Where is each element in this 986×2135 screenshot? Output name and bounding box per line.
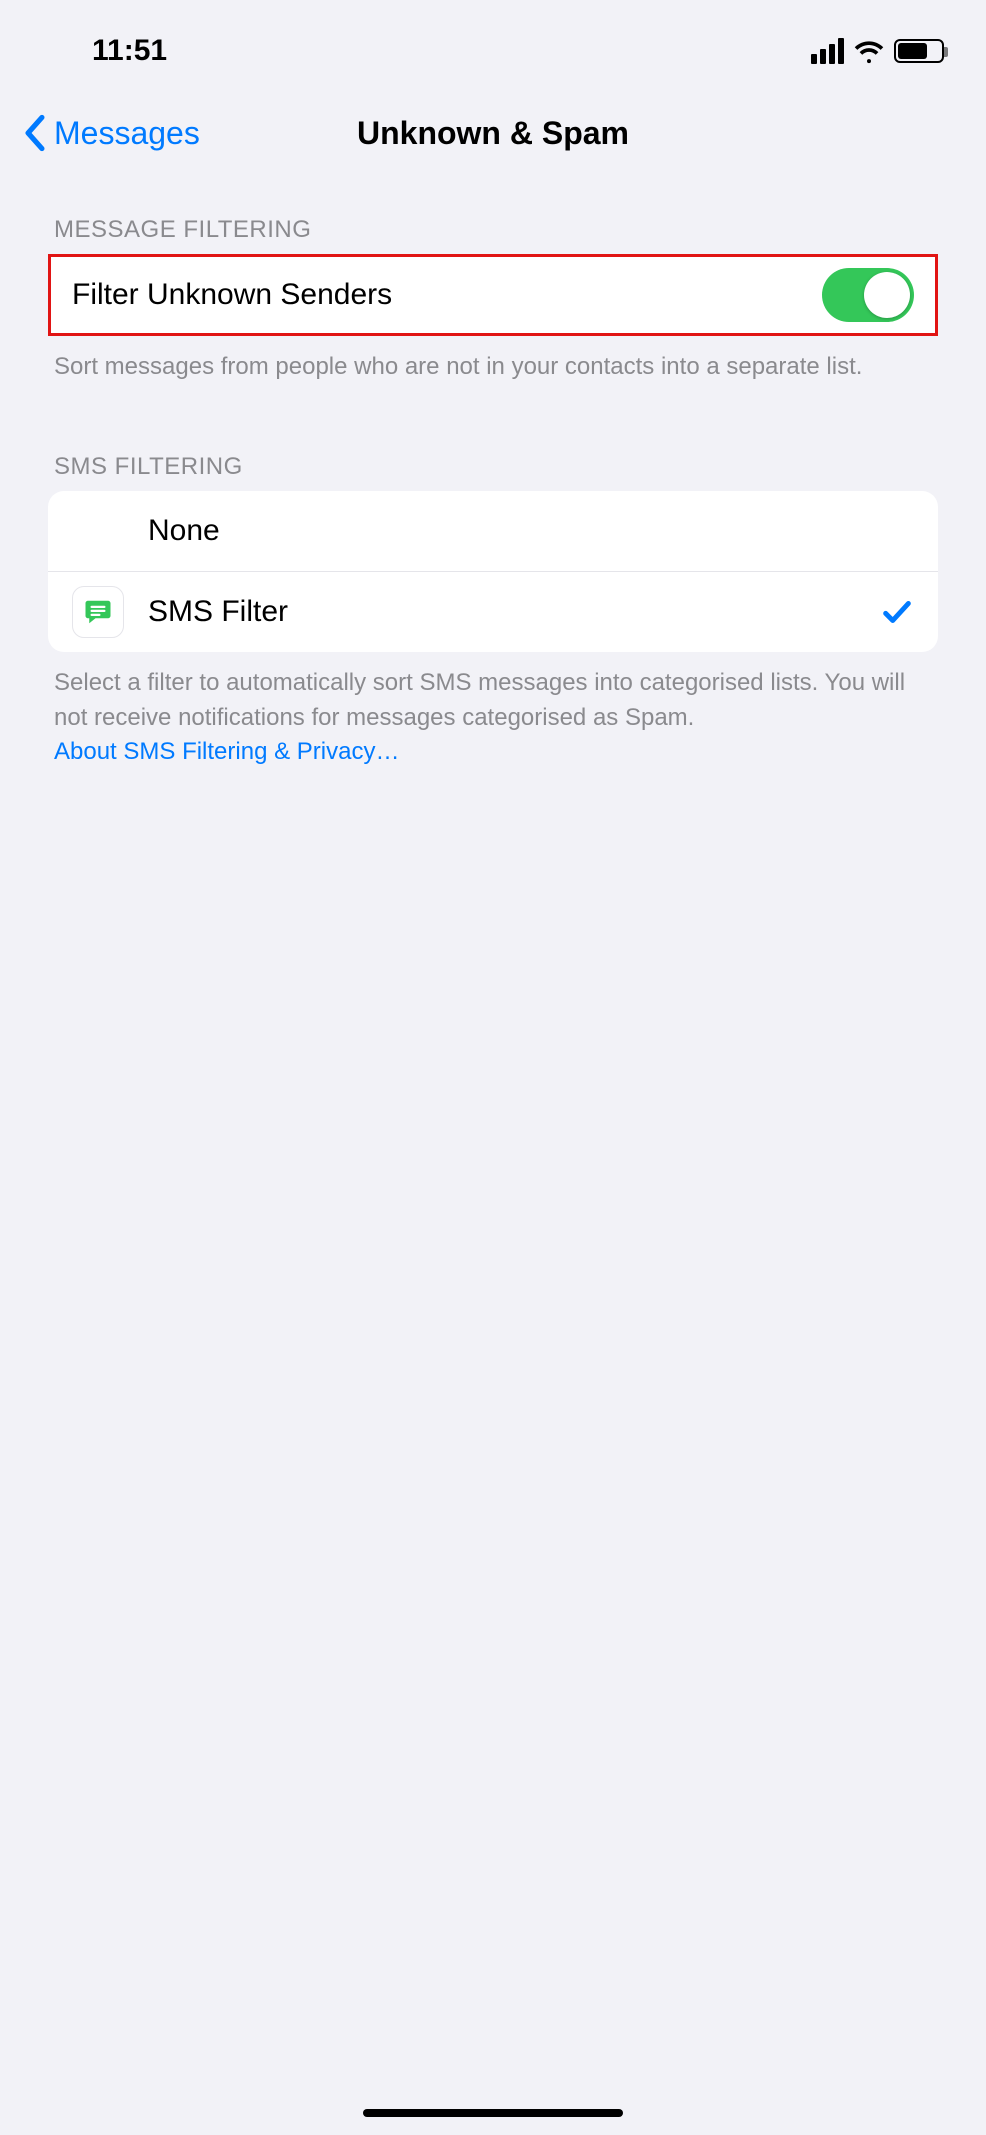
section-header-message-filtering: MESSAGE FILTERING	[0, 216, 986, 254]
status-time: 11:51	[92, 34, 167, 68]
cellular-icon	[811, 38, 844, 64]
section-footer-message-filtering: Sort messages from people who are not in…	[0, 336, 986, 385]
status-bar: 11:51	[0, 0, 986, 80]
page-title: Unknown & Spam	[357, 115, 629, 152]
link-about-sms-filtering[interactable]: About SMS Filtering & Privacy…	[54, 738, 399, 765]
section-sms-filtering: SMS FILTERING None SMS Filter	[0, 453, 986, 770]
speech-bubble-icon	[83, 597, 113, 627]
nav-header: Messages Unknown & Spam	[0, 96, 986, 170]
section-header-sms-filtering: SMS FILTERING	[0, 453, 986, 491]
highlight-filter-unknown-row: Filter Unknown Senders	[48, 254, 938, 336]
battery-icon	[894, 39, 944, 63]
status-icons	[811, 36, 946, 66]
row-label-none: None	[148, 514, 914, 548]
back-label: Messages	[54, 115, 200, 152]
sms-footer-text: Select a filter to automatically sort SM…	[54, 669, 905, 731]
checkmark-icon	[880, 595, 914, 629]
row-filter-unknown-senders[interactable]: Filter Unknown Senders	[48, 254, 938, 336]
row-sms-none[interactable]: None	[48, 491, 938, 571]
section-message-filtering: MESSAGE FILTERING Filter Unknown Senders…	[0, 216, 986, 385]
row-label-sms-filter: SMS Filter	[148, 595, 880, 629]
row-sms-filter[interactable]: SMS Filter	[48, 571, 938, 652]
toggle-filter-unknown[interactable]	[822, 268, 914, 322]
section-footer-sms-filtering: Select a filter to automatically sort SM…	[0, 652, 986, 770]
back-button[interactable]: Messages	[24, 114, 200, 152]
sms-filter-app-icon	[72, 586, 124, 638]
chevron-left-icon	[24, 114, 46, 152]
row-label-filter-unknown: Filter Unknown Senders	[72, 278, 822, 312]
wifi-icon	[854, 36, 884, 66]
home-indicator	[363, 2109, 623, 2117]
